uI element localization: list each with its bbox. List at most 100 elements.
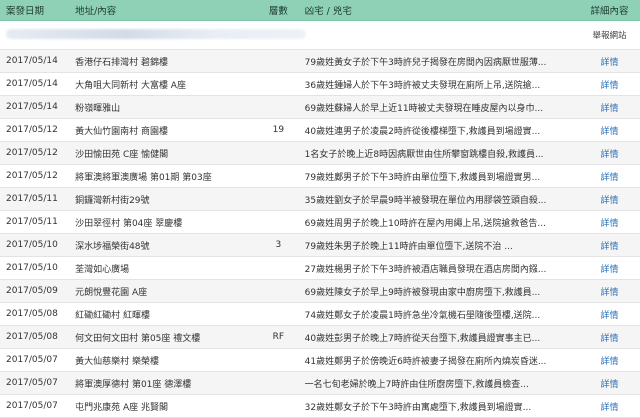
row-description: 36歲姓鍾婦人於下午3時許被丈夫發現在廁所上吊,送院搶... <box>298 72 580 96</box>
row-address: 荃灣如心廣場 <box>69 256 259 280</box>
row-floor: 3 <box>258 233 299 257</box>
row-date: 2017/05/14 <box>0 49 70 73</box>
row-floor <box>258 187 299 211</box>
table-row: 2017/05/14 大角咀大同新村 大富樓 A座 36歲姓鍾婦人於下午3時許被丈夫… <box>0 72 640 96</box>
row-floor: 19 <box>258 118 299 142</box>
table-row: 2017/05/11 銅鑼灣新村街29號 35歲姓劉女子於早晨9時半被發現在單位內用… <box>0 187 640 211</box>
table-row: 2017/05/08 何文田何文田村 第05座 禮文樓 RF 40歲姓彭男子於晚上7時… <box>0 325 640 349</box>
row-address: 粉嶺暉雅山 <box>69 95 259 119</box>
table-row: 2017/05/14 粉嶺暉雅山 69歲姓蘇婦人於早上近11時被丈夫發現在睡皮屋內以… <box>0 95 640 119</box>
row-detail-cell: 詳情 <box>579 141 640 165</box>
table-row: 2017/05/12 黃大仙竹園南村 商園樓 19 40歲姓連男子於凌晨2時許從後樓梯… <box>0 118 640 142</box>
row-date: 2017/05/11 <box>0 210 70 234</box>
row-description: 69歲姓周男子於晚上10時許在屋內用繩上吊,送院搶救爸告... <box>298 210 580 234</box>
blurred-ad-bar <box>6 28 306 39</box>
row-date: 2017/05/08 <box>0 325 70 349</box>
table-body: 舉報網站 2017/05/14 香港仔石排灣村 碧錦樓 79歲姓黃女子於下午3時許兒… <box>0 20 640 418</box>
row-address: 黃大仙竹園南村 商園樓 <box>69 118 259 142</box>
row-date: 2017/05/12 <box>0 118 70 142</box>
row-description: 69歲姓陳女子於早上9時許被發現由家中廚房墮下,救護員... <box>298 279 580 303</box>
row-address: 大角咀大同新村 大富樓 A座 <box>69 72 259 96</box>
row-date: 2017/05/14 <box>0 72 70 96</box>
row-address: 紅磡紅磡村 紅暉樓 <box>69 302 259 326</box>
row-floor <box>258 164 299 188</box>
row-detail-cell: 詳情 <box>579 394 640 418</box>
row-floor <box>258 348 299 372</box>
row-date: 2017/05/10 <box>0 256 70 280</box>
detail-link[interactable]: 詳情 <box>601 150 619 160</box>
table-row: 2017/05/12 將軍澳將軍澳廣場 第01期 第03座 79歲姓鄺男子於下午3時… <box>0 164 640 188</box>
row-address: 將軍澳將軍澳廣場 第01期 第03座 <box>69 164 259 188</box>
row-description: 79歲姓黃女子於下午3時許兒子揭發在房間內因病厭世服薄... <box>298 49 580 73</box>
row-detail-cell: 詳情 <box>579 187 640 211</box>
row-address: 元朗悅豐花園 A座 <box>69 279 259 303</box>
detail-link[interactable]: 詳情 <box>601 219 619 229</box>
row-detail-cell: 詳情 <box>579 325 640 349</box>
row-address: 深水埗福榮街48號 <box>69 233 259 257</box>
header-address[interactable]: 地址/內容 <box>69 0 259 21</box>
detail-link[interactable]: 詳情 <box>601 334 619 344</box>
header-detail: 詳細內容 <box>579 0 640 21</box>
row-floor <box>258 95 299 119</box>
row-description: 40歲姓彭男子於晚上7時許從天台墮下,救護員證實事主已... <box>298 325 580 349</box>
detail-link[interactable]: 詳情 <box>601 127 619 137</box>
row-date: 2017/05/12 <box>0 141 70 165</box>
detail-link[interactable]: 詳情 <box>601 288 619 298</box>
detail-link[interactable]: 詳情 <box>601 357 619 367</box>
table-row: 2017/05/09 元朗悅豐花園 A座 69歲姓陳女子於早上9時許被發現由家中廚房… <box>0 279 640 303</box>
row-detail-cell: 詳情 <box>579 118 640 142</box>
row-detail-cell: 詳情 <box>579 371 640 395</box>
row-address: 香港仔石排灣村 碧錦樓 <box>69 49 259 73</box>
detail-link[interactable]: 詳情 <box>601 104 619 114</box>
row-date: 2017/05/14 <box>0 95 70 119</box>
row-description: 74歲姓鄭女子於凌晨1時許急坐冷氣機石壆隨後墮樓,送院... <box>298 302 580 326</box>
row-floor <box>258 371 299 395</box>
row-date: 2017/05/11 <box>0 187 70 211</box>
row-floor <box>258 394 299 418</box>
row-detail-cell: 詳情 <box>579 210 640 234</box>
row-date: 2017/05/07 <box>0 348 70 372</box>
detail-link[interactable]: 詳情 <box>601 380 619 390</box>
report-row: 舉報網站 <box>0 20 640 50</box>
row-detail-cell: 詳情 <box>579 49 640 73</box>
detail-link[interactable]: 詳情 <box>601 58 619 68</box>
table-row: 2017/05/10 荃灣如心廣場 27歲姓楊男子於下午3時許被酒店職員發現在酒店房… <box>0 256 640 280</box>
row-description: 69歲姓蘇婦人於早上近11時被丈夫發現在睡皮屋內以身巾... <box>298 95 580 119</box>
detail-link[interactable]: 詳情 <box>601 265 619 275</box>
row-detail-cell: 詳情 <box>579 302 640 326</box>
detail-link[interactable]: 詳情 <box>601 242 619 252</box>
row-detail-cell: 詳情 <box>579 256 640 280</box>
report-site-cell: 舉報網站 <box>579 20 640 50</box>
header-date[interactable]: 案發日期 <box>0 0 70 21</box>
row-detail-cell: 詳情 <box>579 279 640 303</box>
table-row: 2017/05/14 香港仔石排灣村 碧錦樓 79歲姓黃女子於下午3時許兒子揭發在房… <box>0 49 640 73</box>
row-detail-cell: 詳情 <box>579 164 640 188</box>
table-header-row: 案發日期 地址/內容 層數 凶宅 / 兇宅 詳細內容 <box>0 0 640 21</box>
row-description: 41歲姓鄭男子於傍晚近6時許被妻子揭發在廁所內燒炭昏迷... <box>298 348 580 372</box>
header-floor[interactable]: 層數 <box>258 0 299 21</box>
report-site-link[interactable]: 舉報網站 <box>593 31 627 41</box>
row-description: 79歲姓朱男子於晚上11時許由單位墮下,送院不治 ... <box>298 233 580 257</box>
table-row: 2017/05/10 深水埗福榮街48號 3 79歲姓朱男子於晚上11時許由單位墮下,… <box>0 233 640 257</box>
row-date: 2017/05/07 <box>0 394 70 418</box>
row-description: 1名女子於晚上近8時因病厭世由住所攀窗跳樓自殺,救護員... <box>298 141 580 165</box>
detail-link[interactable]: 詳情 <box>601 173 619 183</box>
row-date: 2017/05/12 <box>0 164 70 188</box>
haunted-house-table: 案發日期 地址/內容 層數 凶宅 / 兇宅 詳細內容 舉報網站 2017/05/… <box>0 0 640 418</box>
row-date: 2017/05/08 <box>0 302 70 326</box>
row-address: 何文田何文田村 第05座 禮文樓 <box>69 325 259 349</box>
table-row: 2017/05/07 將軍澳厚德村 第01座 德澤樓 一名七旬老婦於晚上7時許由住所… <box>0 371 640 395</box>
table-row: 2017/05/08 紅磡紅磡村 紅暉樓 74歲姓鄭女子於凌晨1時許急坐冷氣機石壆隨… <box>0 302 640 326</box>
detail-link[interactable]: 詳情 <box>601 81 619 91</box>
row-floor <box>258 141 299 165</box>
detail-link[interactable]: 詳情 <box>601 311 619 321</box>
row-floor <box>258 49 299 73</box>
detail-link[interactable]: 詳情 <box>601 196 619 206</box>
header-death[interactable]: 凶宅 / 兇宅 <box>298 0 580 21</box>
row-date: 2017/05/09 <box>0 279 70 303</box>
row-detail-cell: 詳情 <box>579 233 640 257</box>
table-row: 2017/05/07 黃大仙慈樂村 樂榮樓 41歲姓鄭男子於傍晚近6時許被妻子揭發在… <box>0 348 640 372</box>
table-row: 2017/05/11 沙田翠徑村 第04座 翠慶樓 69歲姓周男子於晚上10時許在屋… <box>0 210 640 234</box>
row-address: 屯門兆康苑 A座 兆賢閣 <box>69 394 259 418</box>
row-floor <box>258 72 299 96</box>
